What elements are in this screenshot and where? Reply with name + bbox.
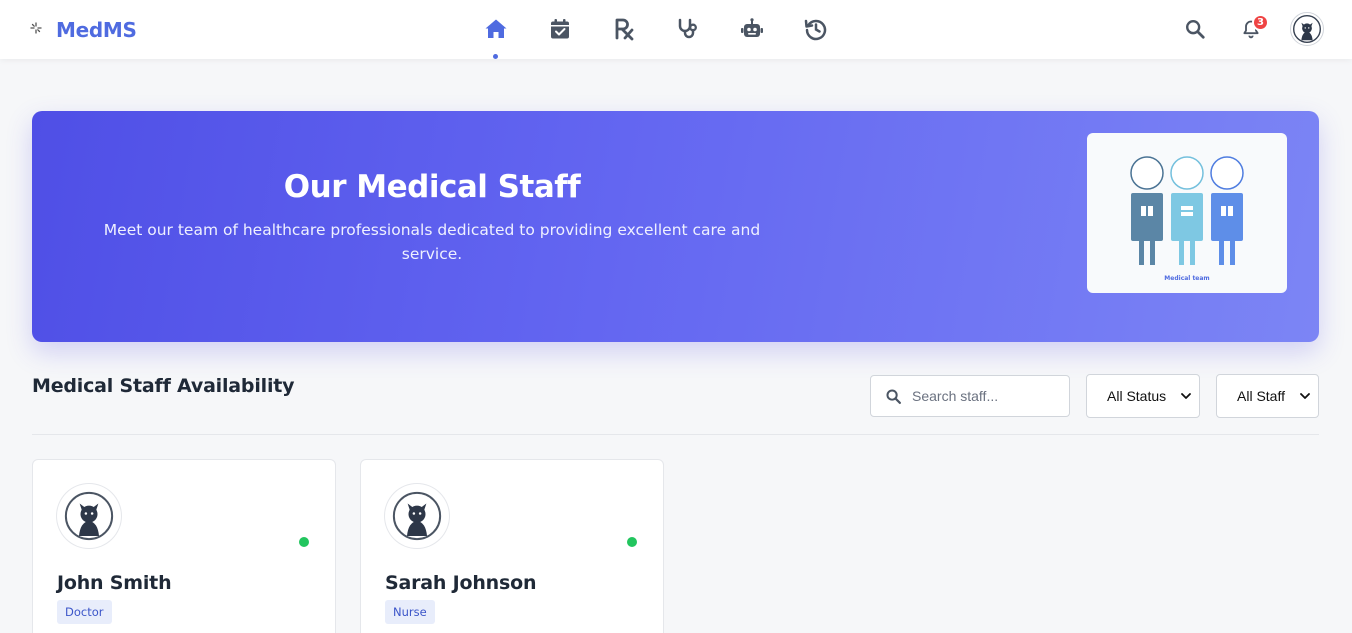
home-icon bbox=[485, 19, 507, 38]
hero-title: Our Medical Staff bbox=[283, 169, 581, 205]
staff-name: Sarah Johnson bbox=[385, 572, 537, 594]
medical-team-illustration: Medical team bbox=[1087, 133, 1287, 293]
staff-name: John Smith bbox=[57, 572, 172, 594]
stethoscope-icon bbox=[678, 18, 697, 39]
notification-badge: 3 bbox=[1252, 14, 1269, 31]
staff-type-filter-value: All Staff bbox=[1237, 388, 1285, 404]
hero-subtitle: Meet our team of healthcare professional… bbox=[103, 221, 761, 263]
nav-prescriptions[interactable] bbox=[609, 14, 639, 44]
nav-ai-assistant[interactable] bbox=[737, 14, 767, 44]
nav-consultations[interactable] bbox=[673, 14, 703, 44]
search-button[interactable] bbox=[1180, 14, 1210, 44]
top-navbar: MedMS 3 bbox=[0, 0, 1352, 59]
staff-avatar bbox=[385, 484, 449, 548]
staff-figure-3 bbox=[1210, 156, 1244, 265]
staff-search[interactable] bbox=[870, 375, 1070, 417]
search-icon bbox=[1186, 20, 1205, 39]
role-badge: Nurse bbox=[385, 600, 435, 624]
staff-avatar bbox=[57, 484, 121, 548]
illustration-caption: Medical team bbox=[1164, 275, 1210, 282]
cat-avatar-icon bbox=[392, 491, 442, 541]
hero-banner: Our Medical Staff Meet our team of healt… bbox=[32, 111, 1319, 342]
status-filter-select[interactable]: All Status bbox=[1086, 374, 1200, 418]
chevron-down-icon bbox=[1181, 393, 1191, 399]
cat-avatar-icon bbox=[1293, 15, 1321, 43]
staff-type-filter-select[interactable]: All Staff bbox=[1216, 374, 1319, 418]
role-badge: Doctor bbox=[57, 600, 112, 624]
robot-icon bbox=[741, 18, 763, 37]
user-avatar[interactable] bbox=[1290, 12, 1324, 46]
nav-home[interactable] bbox=[481, 14, 511, 44]
search-icon bbox=[886, 388, 902, 404]
nav-appointments[interactable] bbox=[545, 14, 575, 44]
history-icon bbox=[804, 19, 827, 41]
staff-search-input[interactable] bbox=[912, 388, 1052, 404]
nav-history[interactable] bbox=[801, 14, 831, 44]
section-title: Medical Staff Availability bbox=[32, 375, 295, 397]
staff-figure-1 bbox=[1130, 156, 1164, 265]
staff-card[interactable]: Sarah Johnson Nurse bbox=[360, 459, 664, 633]
notifications-button[interactable]: 3 bbox=[1236, 14, 1269, 44]
cat-avatar-icon bbox=[64, 491, 114, 541]
calendar-check-icon bbox=[551, 19, 569, 39]
status-filter-value: All Status bbox=[1107, 388, 1167, 404]
status-indicator bbox=[627, 537, 637, 547]
prescription-icon bbox=[615, 18, 634, 41]
status-indicator bbox=[299, 537, 309, 547]
staff-figure-2 bbox=[1170, 156, 1204, 265]
section-divider bbox=[32, 434, 1319, 435]
active-nav-indicator bbox=[493, 54, 498, 59]
chevron-down-icon bbox=[1300, 393, 1310, 399]
staff-card[interactable]: John Smith Doctor bbox=[32, 459, 336, 633]
